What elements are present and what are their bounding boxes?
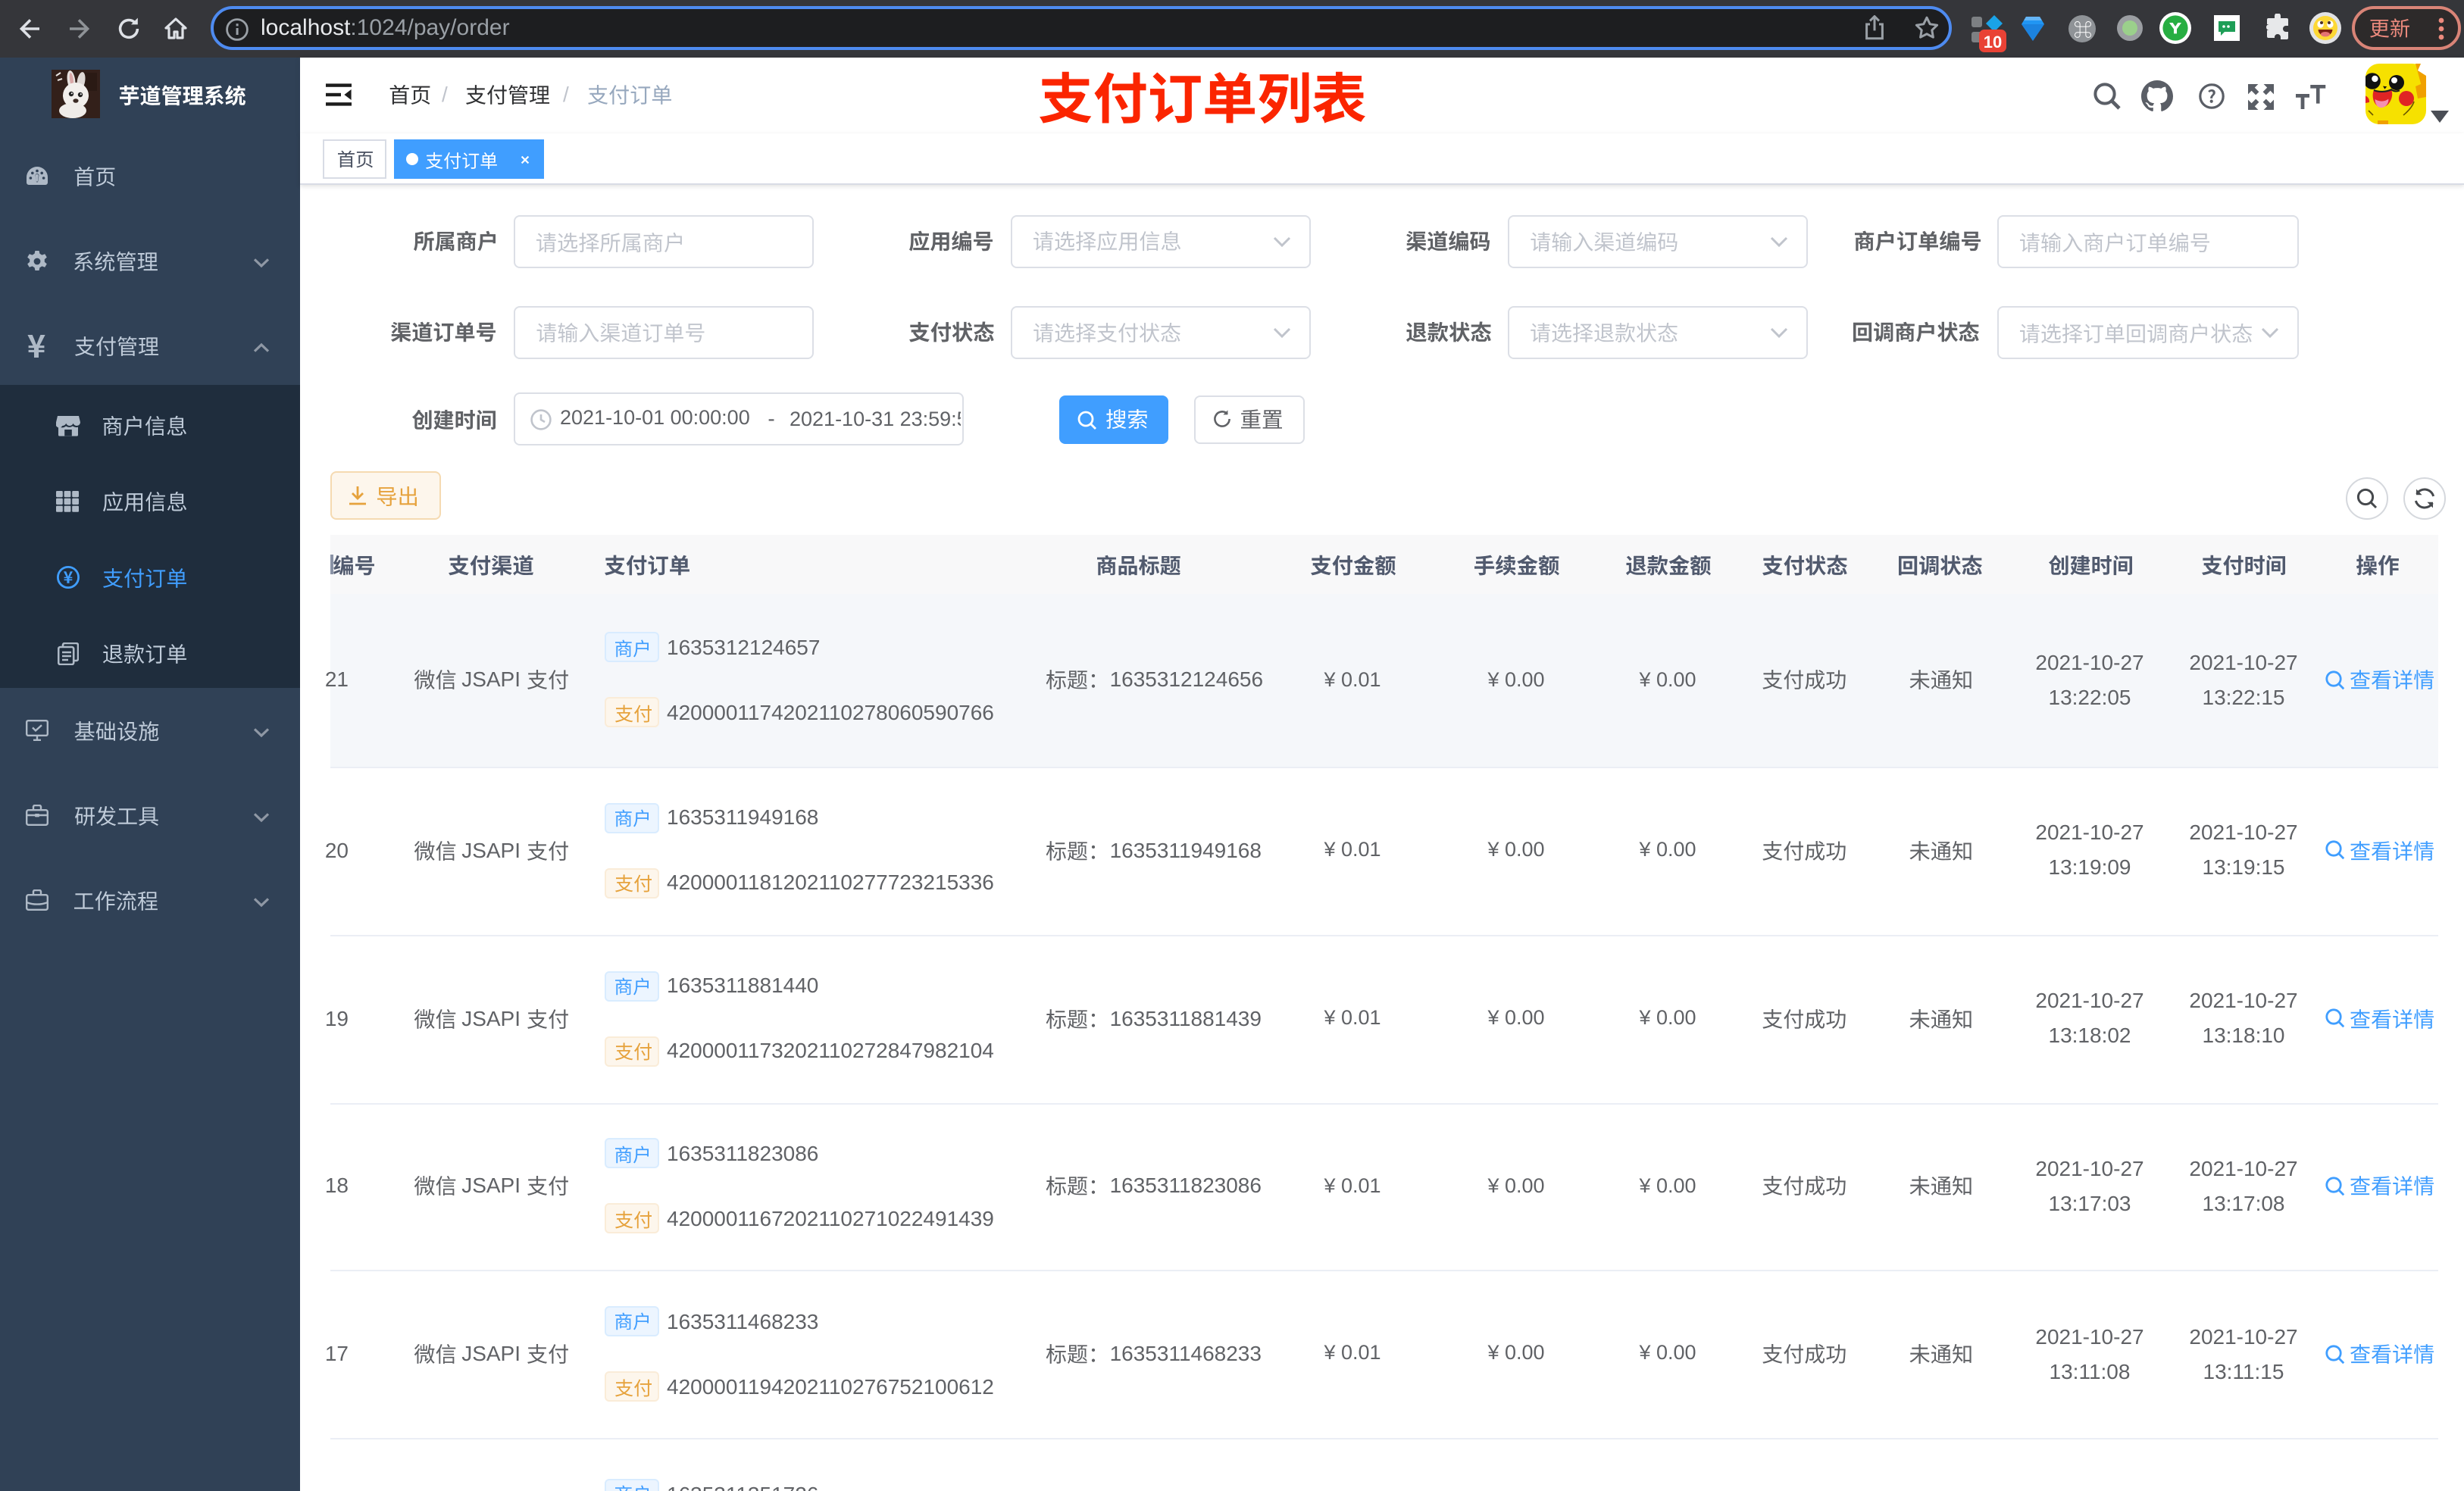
svg-text:10: 10 <box>1984 33 2002 52</box>
